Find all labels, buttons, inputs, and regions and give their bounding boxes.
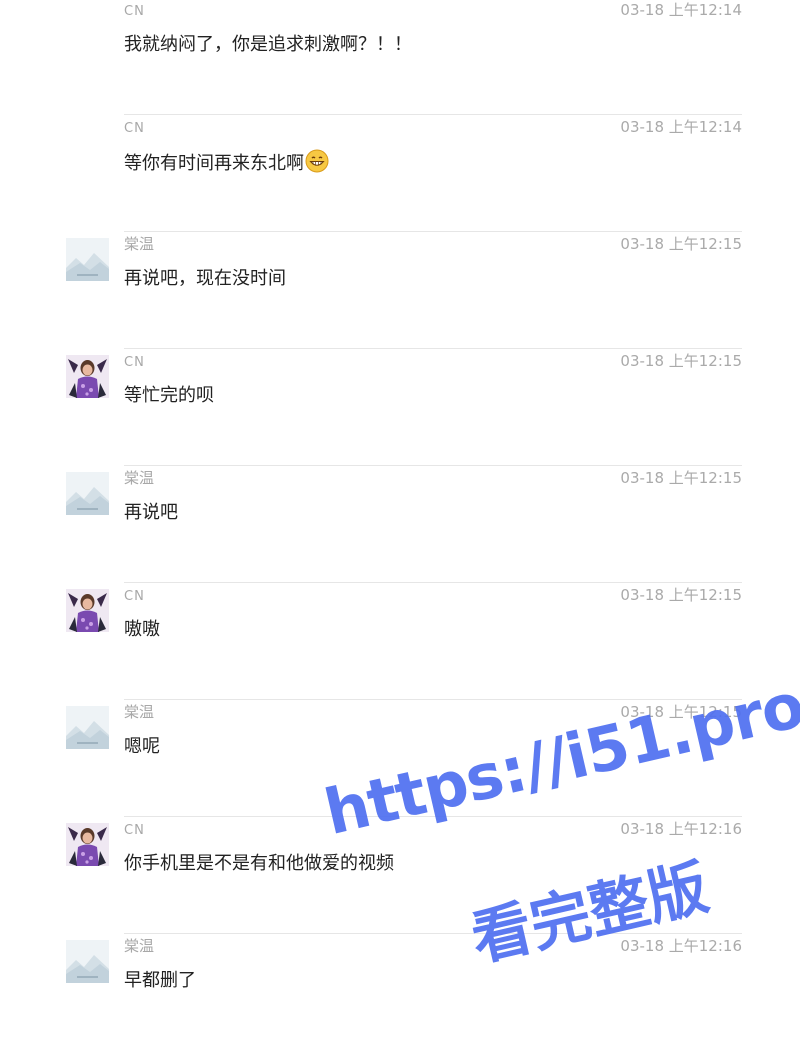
sender-name: 棠温 xyxy=(124,937,155,955)
chat-message: CN 03-18 上午12:16 你手机里是不是有和他做爱的视频 xyxy=(0,817,800,934)
grinning-face-emoji-icon xyxy=(305,149,329,173)
message-text: 再说吧 xyxy=(124,502,178,523)
message-text: 等你有时间再来东北啊 xyxy=(124,153,304,174)
message-time: 03-18 上午12:16 xyxy=(620,937,742,955)
person-photo-icon xyxy=(66,823,109,866)
message-text: 等忙完的呗 xyxy=(124,385,214,406)
sender-name: CN xyxy=(124,355,145,370)
message-time: 03-18 上午12:15 xyxy=(620,586,742,604)
message-text: 嗯呢 xyxy=(124,736,160,757)
sender-name: CN xyxy=(124,4,145,19)
sender-name: 棠温 xyxy=(124,235,155,253)
message-time: 03-18 上午12:15 xyxy=(620,235,742,253)
message-time: 03-18 上午12:15 xyxy=(620,352,742,370)
default-avatar-icon[interactable] xyxy=(66,472,109,515)
chat-message: CN 03-18 上午12:14 等你有时间再来东北啊 xyxy=(0,115,800,232)
chat-message-list: CN 03-18 上午12:14 我就纳闷了，你是追求刺激啊？！！ CN 03-… xyxy=(0,0,800,1007)
mountain-placeholder-icon xyxy=(66,238,109,281)
chat-message: CN 03-18 上午12:14 我就纳闷了，你是追求刺激啊？！！ xyxy=(0,0,800,115)
user-photo-avatar[interactable] xyxy=(66,355,109,398)
chat-message: 棠温 03-18 上午12:15 再说吧 xyxy=(0,466,800,583)
message-time: 03-18 上午12:14 xyxy=(620,118,742,136)
mountain-placeholder-icon xyxy=(66,940,109,983)
message-text: 早都删了 xyxy=(124,970,196,991)
message-text: 再说吧，现在没时间 xyxy=(124,268,286,289)
message-text: 我就纳闷了，你是追求刺激啊？！！ xyxy=(124,34,412,55)
user-photo-avatar[interactable] xyxy=(66,589,109,632)
message-text-wrap: 等你有时间再来东北啊 xyxy=(124,149,329,177)
sender-name: 棠温 xyxy=(124,469,155,487)
chat-message: 棠温 03-18 上午12:15 再说吧，现在没时间 xyxy=(0,232,800,349)
default-avatar-icon[interactable] xyxy=(66,706,109,749)
sender-name: 棠温 xyxy=(124,703,155,721)
mountain-placeholder-icon xyxy=(66,472,109,515)
message-time: 03-18 上午12:15 xyxy=(620,469,742,487)
default-avatar-icon[interactable] xyxy=(66,238,109,281)
default-avatar-icon[interactable] xyxy=(66,940,109,983)
message-time: 03-18 上午12:16 xyxy=(620,820,742,838)
person-photo-icon xyxy=(66,355,109,398)
message-text: 嗷嗷 xyxy=(124,619,160,640)
message-time: 03-18 上午12:15 xyxy=(620,703,742,721)
chat-message: 棠温 03-18 上午12:15 嗯呢 xyxy=(0,700,800,817)
sender-name: CN xyxy=(124,589,145,604)
chat-message: 棠温 03-18 上午12:16 早都删了 xyxy=(0,934,800,1051)
message-time: 03-18 上午12:14 xyxy=(620,1,742,19)
sender-name: CN xyxy=(124,121,145,136)
person-photo-icon xyxy=(66,589,109,632)
mountain-placeholder-icon xyxy=(66,706,109,749)
sender-name: CN xyxy=(124,823,145,838)
message-text: 你手机里是不是有和他做爱的视频 xyxy=(124,853,394,874)
user-photo-avatar[interactable] xyxy=(66,823,109,866)
chat-message: CN 03-18 上午12:15 等忙完的呗 xyxy=(0,349,800,466)
chat-message: CN 03-18 上午12:15 嗷嗷 xyxy=(0,583,800,700)
